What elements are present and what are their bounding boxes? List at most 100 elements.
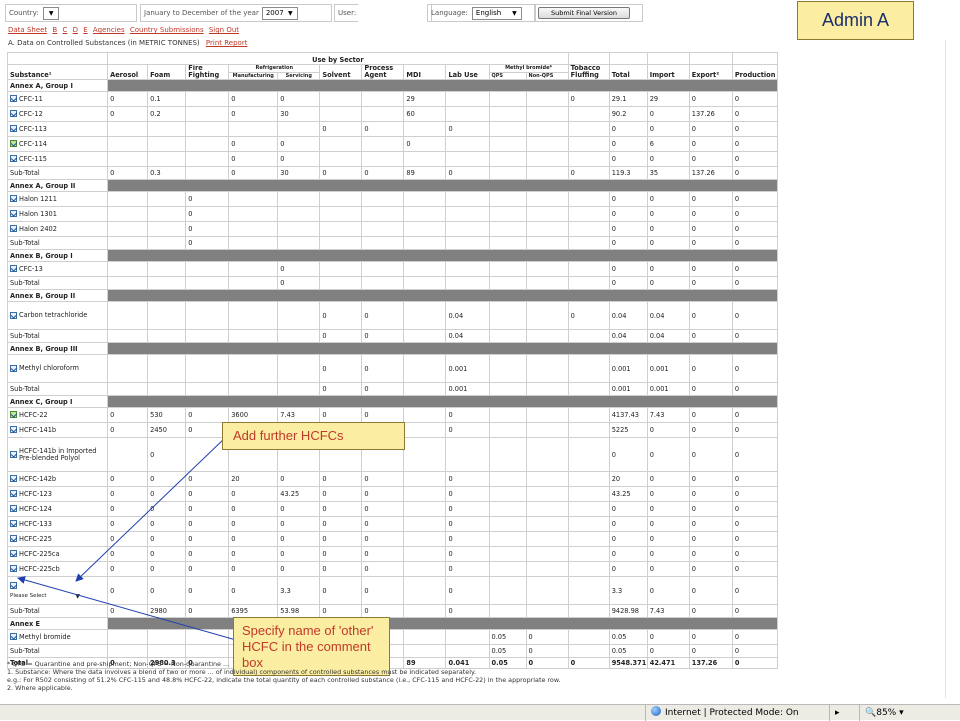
table-cell[interactable]: 20 — [228, 471, 279, 487]
table-cell[interactable]: 0 — [319, 531, 363, 547]
table-cell[interactable]: 0 — [185, 486, 230, 502]
year-select[interactable]: 2007 ▼ — [261, 6, 298, 20]
table-cell[interactable]: 0 — [688, 437, 733, 472]
table-cell[interactable]: 0 — [731, 276, 779, 290]
table-cell[interactable]: 0 — [147, 471, 187, 487]
table-cell[interactable] — [319, 276, 363, 290]
table-cell[interactable] — [525, 516, 569, 532]
table-cell[interactable]: 0 — [185, 576, 230, 605]
table-cell[interactable]: 0.001 — [646, 382, 690, 396]
table-cell[interactable]: 0 — [147, 561, 187, 577]
nav-link-b[interactable]: B — [52, 26, 57, 34]
table-cell[interactable] — [488, 121, 527, 137]
table-cell[interactable]: 0 — [319, 516, 363, 532]
table-cell[interactable] — [567, 121, 610, 137]
table-cell[interactable]: 0 — [445, 471, 490, 487]
table-cell[interactable] — [445, 276, 490, 290]
table-cell[interactable] — [403, 329, 447, 343]
nav-link-d[interactable]: D — [73, 26, 78, 34]
table-cell[interactable]: 0 — [688, 644, 733, 658]
table-cell[interactable]: 6395 — [228, 604, 279, 618]
table-cell[interactable] — [567, 437, 610, 472]
table-cell[interactable]: 0 — [107, 501, 149, 517]
table-cell[interactable] — [525, 382, 569, 396]
table-cell[interactable]: 0 — [646, 261, 690, 277]
table-cell[interactable]: 0.001 — [646, 354, 690, 383]
table-cell[interactable] — [488, 329, 527, 343]
table-cell[interactable]: 0 — [608, 501, 648, 517]
table-cell[interactable]: 0.05 — [608, 644, 648, 658]
table-cell[interactable] — [185, 136, 230, 152]
edit-icon[interactable] — [10, 633, 17, 640]
table-cell[interactable] — [277, 236, 321, 250]
table-cell[interactable] — [361, 221, 405, 237]
table-cell[interactable]: 0 — [525, 644, 569, 658]
table-cell[interactable] — [403, 276, 447, 290]
table-cell[interactable]: 0 — [688, 576, 733, 605]
table-cell[interactable] — [525, 191, 569, 207]
table-cell[interactable]: 0.1 — [147, 91, 187, 107]
table-cell[interactable]: 0.001 — [445, 354, 490, 383]
table-cell[interactable] — [147, 354, 187, 383]
table-cell[interactable] — [567, 407, 610, 423]
table-cell[interactable] — [403, 501, 447, 517]
table-cell[interactable] — [488, 576, 527, 605]
table-cell[interactable] — [107, 382, 149, 396]
table-cell[interactable] — [228, 191, 279, 207]
table-cell[interactable]: 0 — [107, 106, 149, 122]
table-cell[interactable]: 0 — [228, 106, 279, 122]
nav-link-sign-out[interactable]: Sign Out — [209, 26, 239, 34]
table-cell[interactable] — [107, 629, 149, 645]
table-cell[interactable] — [319, 191, 363, 207]
table-cell[interactable] — [107, 121, 149, 137]
table-cell[interactable]: 0 — [731, 221, 779, 237]
table-cell[interactable]: 0 — [445, 546, 490, 562]
table-cell[interactable] — [567, 151, 610, 167]
table-cell[interactable] — [107, 276, 149, 290]
table-cell[interactable]: 6 — [646, 136, 690, 152]
table-cell[interactable]: 0 — [185, 206, 230, 222]
table-cell[interactable] — [403, 437, 447, 472]
table-cell[interactable]: 0 — [731, 121, 779, 137]
table-cell[interactable] — [445, 106, 490, 122]
table-cell[interactable]: 0 — [185, 516, 230, 532]
table-cell[interactable]: 0 — [361, 546, 405, 562]
table-cell[interactable]: 0 — [688, 329, 733, 343]
table-cell[interactable] — [361, 236, 405, 250]
table-cell[interactable]: 0 — [731, 382, 779, 396]
table-cell[interactable]: 0 — [608, 221, 648, 237]
edit-icon[interactable] — [10, 426, 17, 433]
table-cell[interactable]: 60 — [403, 106, 447, 122]
table-cell[interactable] — [488, 91, 527, 107]
table-cell[interactable]: 0 — [185, 407, 230, 423]
table-cell[interactable]: 0 — [688, 407, 733, 423]
table-cell[interactable] — [147, 221, 187, 237]
table-cell[interactable]: 0 — [646, 644, 690, 658]
table-cell[interactable]: 0 — [185, 604, 230, 618]
table-cell[interactable]: 137.26 — [688, 106, 733, 122]
table-cell[interactable]: 0 — [646, 106, 690, 122]
table-cell[interactable]: 0.001 — [445, 382, 490, 396]
edit-icon[interactable] — [10, 155, 17, 162]
table-cell[interactable] — [403, 644, 447, 658]
table-cell[interactable] — [488, 221, 527, 237]
table-cell[interactable] — [567, 501, 610, 517]
table-cell[interactable]: 0 — [185, 221, 230, 237]
table-cell[interactable]: 0 — [608, 236, 648, 250]
table-cell[interactable] — [488, 382, 527, 396]
table-cell[interactable] — [525, 91, 569, 107]
table-cell[interactable] — [445, 629, 490, 645]
table-cell[interactable] — [445, 437, 490, 472]
table-cell[interactable]: 0 — [567, 166, 610, 180]
table-cell[interactable]: 0 — [445, 501, 490, 517]
table-cell[interactable]: 0 — [688, 136, 733, 152]
table-cell[interactable]: 0 — [228, 531, 279, 547]
table-cell[interactable] — [277, 206, 321, 222]
table-cell[interactable]: 0.04 — [445, 329, 490, 343]
table-cell[interactable] — [361, 91, 405, 107]
table-cell[interactable]: 0 — [731, 422, 779, 438]
table-cell[interactable] — [488, 422, 527, 438]
table-cell[interactable]: 0 — [688, 604, 733, 618]
table-cell[interactable]: 0.04 — [646, 301, 690, 330]
table-cell[interactable]: 0 — [228, 501, 279, 517]
